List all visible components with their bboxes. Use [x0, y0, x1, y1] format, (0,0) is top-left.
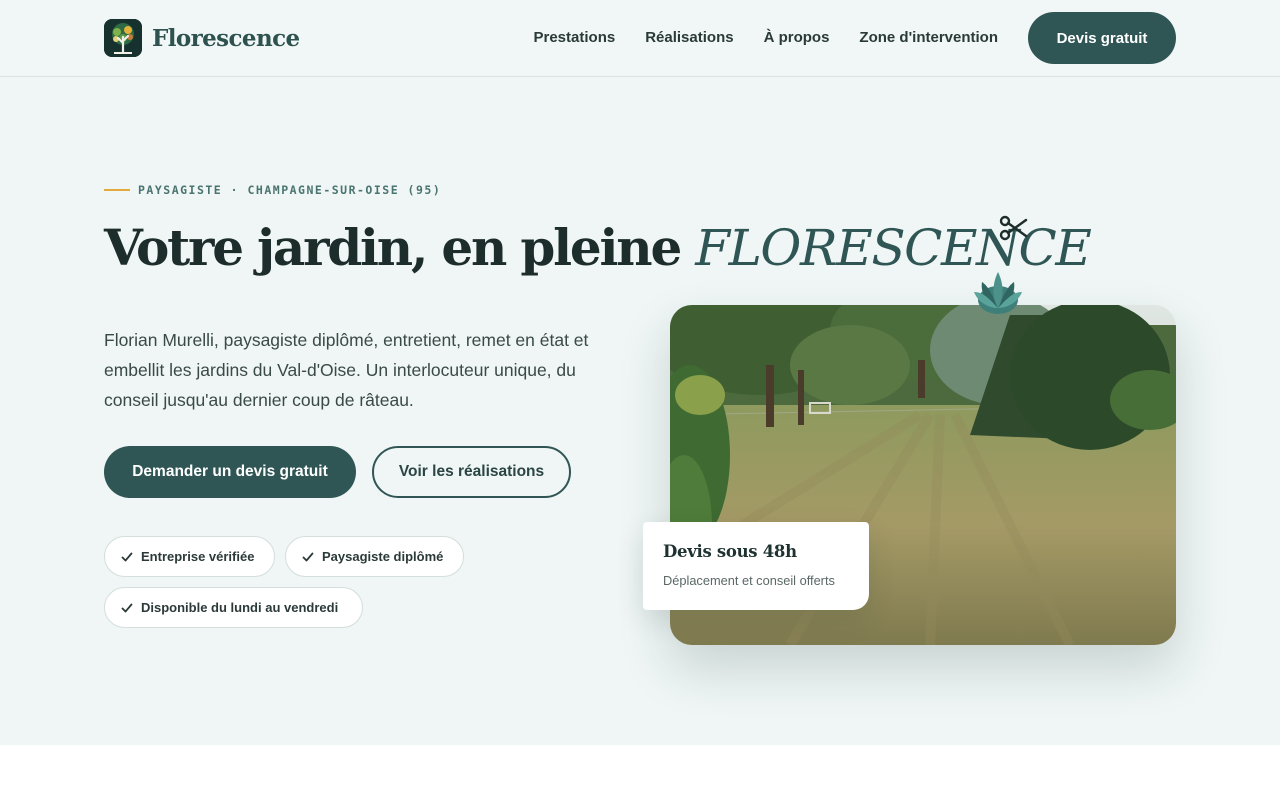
badge-label: Paysagiste diplômé: [322, 549, 444, 564]
nav-realisations[interactable]: Réalisations: [645, 29, 733, 46]
badge-label: Disponible du lundi au vendredi: [141, 600, 339, 615]
nav-a-propos[interactable]: À propos: [764, 29, 830, 46]
badge-availability: Disponible du lundi au vendredi: [104, 587, 363, 628]
card-subtitle: Déplacement et conseil offerts: [663, 573, 835, 588]
main-nav: Prestations Réalisations À propos Zone d…: [534, 29, 999, 46]
badge-diploma: Paysagiste diplômé: [285, 536, 464, 577]
hero-title: Votre jardin, en pleine FLORESCENCE: [104, 218, 1092, 277]
brand-name: Florescence: [152, 24, 300, 52]
scissors-icon: [999, 215, 1028, 241]
check-icon: [302, 552, 314, 561]
view-portfolio-button[interactable]: Voir les réalisations: [372, 446, 571, 498]
request-quote-button[interactable]: Demander un devis gratuit: [104, 446, 356, 498]
eyebrow-text: PAYSAGISTE · CHAMPAGNE-SUR-OISE (95): [138, 183, 442, 197]
hero-title-main: Votre jardin, en pleine: [104, 218, 696, 277]
site-header: Florescence Prestations Réalisations À p…: [0, 0, 1280, 77]
quote-info-card: Devis sous 48h Déplacement et conseil of…: [643, 522, 869, 610]
check-icon: [121, 552, 133, 561]
badge-label: Entreprise vérifiée: [141, 549, 255, 564]
tree-logo-icon: [104, 19, 142, 57]
header-quote-button[interactable]: Devis gratuit: [1028, 12, 1176, 64]
brand-logo[interactable]: Florescence: [104, 19, 300, 57]
nav-prestations[interactable]: Prestations: [534, 29, 616, 46]
eyebrow-divider: [104, 189, 130, 191]
hero-title-accent: FLORESCENCE: [695, 219, 1092, 277]
check-icon: [121, 603, 133, 612]
card-title: Devis sous 48h: [663, 542, 797, 561]
badge-verified: Entreprise vérifiée: [104, 536, 275, 577]
flower-icon: [974, 272, 1022, 314]
hero-eyebrow: PAYSAGISTE · CHAMPAGNE-SUR-OISE (95): [104, 183, 441, 197]
hero-description: Florian Murelli, paysagiste diplômé, ent…: [104, 330, 589, 410]
nav-zone-intervention[interactable]: Zone d'intervention: [859, 29, 998, 46]
